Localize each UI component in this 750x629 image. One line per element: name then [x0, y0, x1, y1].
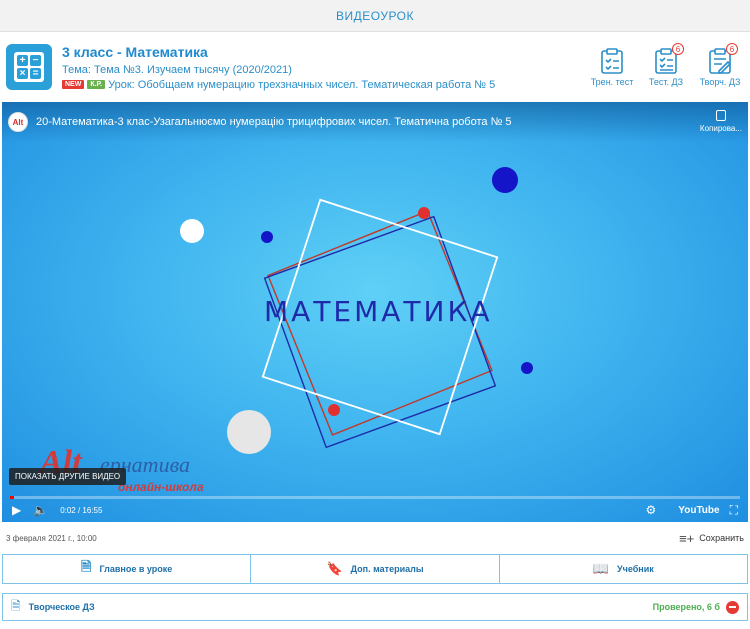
lesson-theme: Тема: Тема №3. Изучаем тысячу (2020/2021… — [62, 63, 292, 76]
volume-icon[interactable]: 🔈 — [33, 503, 48, 517]
kr-badge: К.Р. — [87, 80, 106, 89]
training-test-label: Трен. тест — [590, 77, 634, 87]
test-homework-count: 6 — [672, 43, 684, 55]
save-label: Сохранить — [699, 533, 744, 543]
video-title-bar: Alt 20-Математика-3 клас-Узагальнюємо ну… — [2, 102, 748, 142]
training-test-button[interactable]: Трен. тест — [588, 47, 636, 87]
dot-blue-large — [492, 167, 518, 193]
homework-status: Проверено, 6 б — [652, 602, 720, 612]
new-badge: NEW — [62, 80, 85, 89]
lesson-tabs: 🗎 Главное в уроке 🔖 Доп. материалы 📖 Уче… — [2, 554, 748, 584]
creative-homework-button[interactable]: 6 Творч. ДЗ — [696, 43, 744, 87]
bookmark-icon: 🔖 — [326, 561, 343, 576]
tab-extra-materials[interactable]: 🔖 Доп. материалы — [251, 555, 500, 583]
lesson-date: 3 февраля 2021 г., 10:00 — [6, 533, 97, 543]
video-overlay-word: МАТЕМАТИКА — [264, 295, 493, 328]
channel-avatar[interactable]: Alt — [8, 112, 28, 132]
copy-link-button[interactable]: Копирова... — [700, 110, 742, 133]
document-icon: 🗎 — [11, 598, 21, 613]
test-homework-button[interactable]: 6 Тест. ДЗ — [642, 43, 690, 87]
collapse-icon[interactable] — [726, 600, 739, 614]
video-time: 0:02 / 16:55 — [60, 505, 103, 515]
document-icon: 🗎 — [81, 559, 92, 574]
test-homework-label: Тест. ДЗ — [648, 77, 684, 87]
lesson-actions: Трен. тест 6 Тест. ДЗ 6 Творч. ДЗ — [588, 43, 744, 87]
fullscreen-icon[interactable]: ⛶ — [730, 503, 738, 518]
play-icon[interactable]: ▶ — [12, 503, 21, 517]
video-controls: ▶ 🔈 0:02 / 16:55 ⚙ YouTube ⛶ — [2, 498, 748, 522]
copy-icon — [715, 110, 726, 121]
book-icon: 📖 — [592, 561, 610, 576]
school-watermark-logo: Alt ернатива онлайн-школа — [40, 444, 204, 494]
creative-homework-count: 6 — [726, 43, 738, 55]
clipboard-check-icon — [601, 48, 623, 74]
copy-label: Копирова... — [699, 124, 742, 133]
creative-homework-label: Творч. ДЗ — [699, 77, 741, 87]
save-button[interactable]: ≡+ Сохранить — [679, 531, 744, 546]
calculator-icon: + − × = — [6, 44, 52, 90]
top-bar: ВИДЕОУРОК — [0, 0, 750, 32]
lesson-name: NEW К.Р. Урок: Обобщаем нумерацию трехзн… — [62, 79, 588, 91]
homework-title: Творческое ДЗ — [28, 602, 95, 612]
tab-main-in-lesson[interactable]: 🗎 Главное в уроке — [3, 555, 252, 583]
lesson-name-text: Урок: Обобщаем нумерацию трехзначных чис… — [108, 78, 496, 91]
video-title[interactable]: 20-Математика-3 клас-Узагальнюємо нумера… — [36, 116, 512, 128]
settings-icon[interactable]: ⚙ — [646, 503, 657, 517]
save-list-icon: ≡+ — [679, 530, 695, 546]
show-other-videos-button[interactable]: ПОКАЗАТЬ ДРУГИЕ ВИДЕО — [9, 468, 127, 485]
top-bar-title: ВИДЕОУРОК — [335, 8, 415, 23]
youtube-logo[interactable]: YouTube — [678, 505, 719, 516]
tab-textbook[interactable]: 📖 Учебник — [500, 555, 747, 583]
creative-homework-row[interactable]: 🗎 Творческое ДЗ Проверено, 6 б — [2, 593, 748, 621]
lesson-title[interactable]: 3 класс - Математика — [62, 44, 588, 60]
lesson-header: + − × = 3 класс - Математика Тема: Тема №3.… — [0, 32, 750, 102]
video-meta-row: 3 февраля 2021 г., 10:00 ≡+ Сохранить — [0, 522, 750, 554]
video-player[interactable]: МАТЕМАТИКА Alt 20-Математика-3 клас-Узаг… — [2, 102, 748, 522]
